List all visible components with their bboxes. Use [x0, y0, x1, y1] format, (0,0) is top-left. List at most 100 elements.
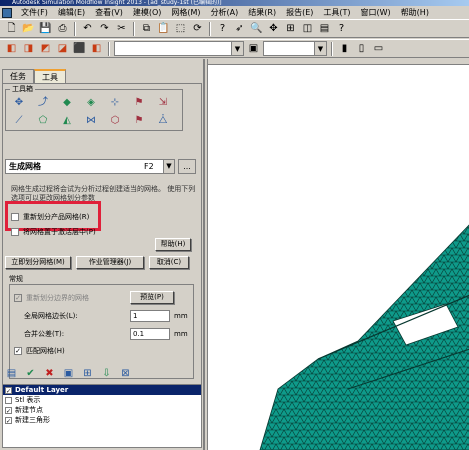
redo-icon[interactable]: ↷ [97, 21, 112, 36]
job-manager-button[interactable]: 作业管理器(J) [76, 256, 144, 269]
match-mesh-label: 匹配网格(H) [26, 347, 65, 355]
layer-icon[interactable]: ▤ [317, 21, 332, 36]
help-icon[interactable]: ? [334, 21, 349, 36]
tolerance-input[interactable]: 0.1 [130, 328, 170, 340]
region-tool-icon[interactable]: ⬠ [36, 114, 50, 127]
frame-icon[interactable]: ▭ [371, 41, 386, 56]
element-tool-icon[interactable]: ⚑ [132, 96, 146, 109]
mesh-tool-icon[interactable]: ✥ [12, 96, 26, 109]
layer-visible-checkbox[interactable]: ✓ [5, 386, 12, 395]
mesh-part [259, 224, 469, 450]
delete-tool-icon[interactable]: ⚑ [132, 114, 146, 127]
remesh-boundary-checkbox[interactable]: ✓ [14, 294, 22, 302]
cube-side-icon[interactable]: ◪ [55, 41, 70, 56]
menu-results[interactable]: 结果(R) [243, 6, 281, 19]
layer-name: Stl 表示 [15, 396, 41, 404]
layer-name: 新建节点 [15, 406, 43, 414]
undo-icon[interactable]: ↶ [80, 21, 95, 36]
pan-icon[interactable]: ✥ [266, 21, 281, 36]
menu-edit[interactable]: 编辑(E) [53, 6, 90, 19]
paste-icon[interactable]: 📋 [156, 21, 171, 36]
view-apply-icon[interactable]: ▣ [246, 41, 261, 56]
app-icon[interactable] [2, 7, 12, 18]
remesh-boundary-option[interactable]: ✓ 重新划分边界的网格 [14, 293, 89, 303]
menu-window[interactable]: 窗口(W) [356, 6, 396, 19]
place-active-option[interactable]: 将网格置于激活层中(P) [11, 227, 96, 237]
menu-report[interactable]: 报告(E) [281, 6, 318, 19]
menu-modeling[interactable]: 建模(O) [128, 6, 167, 19]
tet-tool-icon[interactable]: ⧊ [156, 114, 170, 127]
expand-layer-icon[interactable]: ⊞ [80, 366, 95, 381]
print-icon[interactable]: ⎙ [55, 21, 70, 36]
layer-item[interactable]: ✓ Default Layer [3, 385, 201, 395]
view-select[interactable]: ▼ [114, 41, 244, 56]
tab-general[interactable]: 常规 [9, 274, 23, 284]
cut-icon[interactable]: ✂ [114, 21, 129, 36]
pointer-icon[interactable]: ➶ [232, 21, 247, 36]
edge-length-input[interactable]: 1 [130, 310, 170, 322]
chevron-down-icon: ▼ [163, 160, 174, 173]
tab-tasks[interactable]: 任务 [2, 69, 34, 83]
cancel-button[interactable]: 取消(C) [149, 256, 189, 269]
preview-button[interactable]: 预览(P) [130, 291, 174, 304]
line-tool-icon[interactable]: ⟋ [12, 114, 26, 127]
layer-visible-checkbox[interactable]: ✓ [5, 406, 12, 415]
activate-layer-icon[interactable]: ✔ [23, 366, 38, 381]
surface-tool-icon[interactable]: ◆ [60, 96, 74, 109]
display-select[interactable]: ▼ [263, 41, 327, 56]
tool-options-button[interactable]: ... [178, 159, 196, 174]
toolbar-separator [331, 41, 333, 56]
tab-tools[interactable]: 工具 [34, 69, 66, 83]
cube-iso-icon[interactable]: ⬛ [72, 41, 87, 56]
menu-file[interactable]: 文件(F) [16, 6, 53, 19]
cube-red-icon[interactable]: ◧ [4, 41, 19, 56]
open-file-icon[interactable]: 📂 [21, 21, 36, 36]
tool-select[interactable]: 生成网格 F2 ▼ [5, 159, 175, 174]
mesh-model [259, 224, 469, 450]
tolerance-label: 合并公差(T): [24, 330, 65, 338]
cube-back-icon[interactable]: ◧ [89, 41, 104, 56]
view-icon[interactable]: ◫ [300, 21, 315, 36]
save-icon[interactable]: 💾 [38, 21, 53, 36]
layer-props-icon[interactable]: ▣ [61, 366, 76, 381]
select-icon[interactable]: ⬚ [173, 21, 188, 36]
layer-item[interactable]: Stl 表示 [3, 395, 201, 405]
solid-tool-icon[interactable]: ◈ [84, 96, 98, 109]
help-button[interactable]: 帮助(H) [155, 238, 191, 251]
edge-tool-icon[interactable]: ⋈ [84, 114, 98, 127]
menu-view[interactable]: 查看(V) [90, 6, 128, 19]
model-viewport[interactable] [207, 59, 469, 450]
menu-help[interactable]: 帮助(H) [396, 6, 434, 19]
rotate-icon[interactable]: ⟳ [190, 21, 205, 36]
menu-tools[interactable]: 工具(T) [318, 6, 355, 19]
query-icon[interactable]: ? [215, 21, 230, 36]
fit-icon[interactable]: ⊞ [283, 21, 298, 36]
new-layer-icon[interactable]: ▤ [4, 366, 19, 381]
zoom-icon[interactable]: 🔍 [249, 21, 264, 36]
new-file-icon[interactable]: 🗋 [4, 21, 19, 36]
clear-layer-icon[interactable]: ⊠ [118, 366, 133, 381]
fill-tool-icon[interactable]: ◭ [60, 114, 74, 127]
cube-top-icon[interactable]: ◩ [38, 41, 53, 56]
curve-tool-icon[interactable]: ⤴ [36, 96, 50, 109]
layer-item[interactable]: ✓ 新建三角形 [3, 415, 201, 425]
node-tool-icon[interactable]: ⊹ [108, 96, 122, 109]
match-mesh-checkbox[interactable]: ✓ [14, 347, 22, 355]
cube-front-icon[interactable]: ◨ [21, 41, 36, 56]
place-active-checkbox[interactable] [11, 228, 19, 236]
menu-mesh[interactable]: 网格(M) [166, 6, 205, 19]
move-tool-icon[interactable]: ⇲ [156, 96, 170, 109]
menu-analysis[interactable]: 分析(A) [206, 6, 244, 19]
layer-item[interactable]: ✓ 新建节点 [3, 405, 201, 415]
layer-name: 新建三角形 [15, 416, 50, 424]
mesh-now-button[interactable]: 立即划分网格(M) [5, 256, 71, 269]
box-icon[interactable]: ▯ [354, 41, 369, 56]
match-mesh-option[interactable]: ✓ 匹配网格(H) [14, 346, 65, 356]
copy-icon[interactable]: ⧉ [139, 21, 154, 36]
merge-tool-icon[interactable]: ⬡ [108, 114, 122, 127]
assign-layer-icon[interactable]: ⇩ [99, 366, 114, 381]
bar-icon[interactable]: ▮ [337, 41, 352, 56]
layer-visible-checkbox[interactable] [5, 396, 12, 404]
delete-layer-icon[interactable]: ✖ [42, 366, 57, 381]
layer-visible-checkbox[interactable]: ✓ [5, 416, 12, 425]
